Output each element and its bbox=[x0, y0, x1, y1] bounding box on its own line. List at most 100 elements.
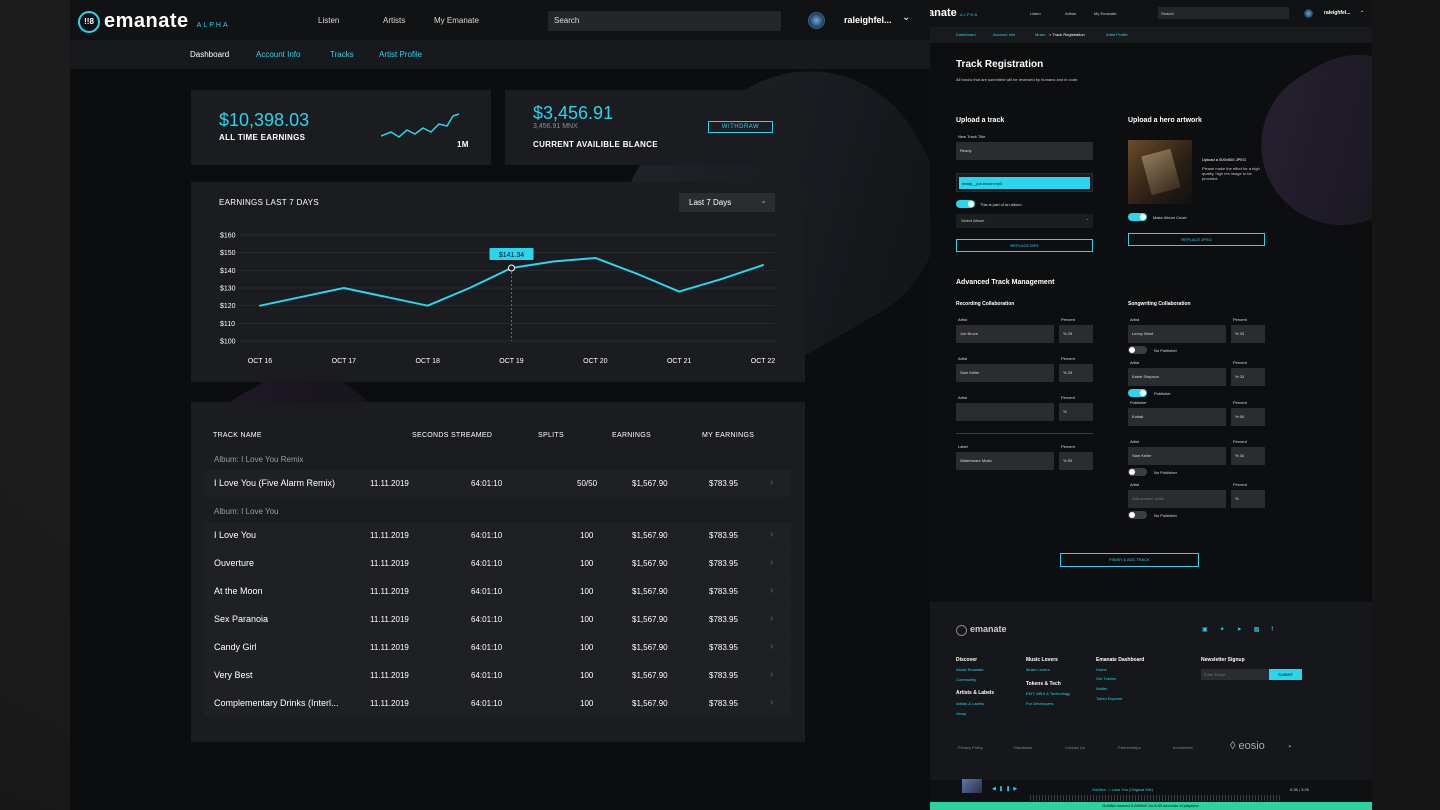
chevron-right-icon[interactable]: › bbox=[770, 697, 773, 708]
songwriter-input[interactable]: Lenny West bbox=[1128, 325, 1226, 343]
album-toggle[interactable] bbox=[956, 200, 975, 208]
search-input[interactable]: Search bbox=[548, 11, 781, 31]
track-name[interactable]: Ouverture bbox=[214, 558, 254, 568]
songwriter-input[interactable]: Kobalt bbox=[1128, 408, 1226, 426]
tab-account-info[interactable]: Account Info bbox=[256, 50, 300, 59]
table-row[interactable]: I Love You (Five Alarm Remix) 11.11.2019 6… bbox=[204, 470, 791, 497]
artist-input[interactable]: Sam Keller bbox=[956, 364, 1054, 382]
crumb-music[interactable]: Music bbox=[1035, 32, 1045, 37]
footer-link[interactable]: Wallet bbox=[1096, 686, 1107, 691]
tab-dashboard[interactable]: Dashboard bbox=[190, 50, 229, 59]
artist-input[interactable] bbox=[956, 403, 1054, 421]
footer-link[interactable]: About Emanate bbox=[956, 667, 984, 672]
waveform[interactable] bbox=[1030, 795, 1280, 801]
logo-wordmark[interactable]: anate bbox=[930, 7, 957, 19]
data-point[interactable] bbox=[678, 290, 681, 293]
percent-input[interactable]: % 25 bbox=[1059, 364, 1093, 382]
percent-input[interactable]: % bbox=[1059, 403, 1093, 421]
table-row[interactable]: Very Best 11.11.2019 64:01:10 100 $1,567.90 $… bbox=[204, 662, 791, 689]
data-point[interactable] bbox=[259, 304, 261, 307]
track-name[interactable]: Sex Paranoia bbox=[214, 614, 268, 624]
language-selector[interactable]: ⚑ bbox=[1288, 744, 1292, 749]
chevron-right-icon[interactable]: › bbox=[770, 529, 773, 540]
track-name[interactable]: Candy Girl bbox=[214, 642, 257, 652]
twitter-icon[interactable]: ✦ bbox=[1220, 627, 1237, 633]
username[interactable]: raleighfel... bbox=[1324, 10, 1350, 16]
songwriter-input[interactable]: Add another artist bbox=[1128, 490, 1226, 508]
legal-link[interactable]: Partnerships bbox=[1118, 745, 1140, 750]
footer-link[interactable]: For Developers bbox=[1026, 701, 1053, 706]
footer-link[interactable]: Community bbox=[956, 677, 976, 682]
nav-artists[interactable]: Artists bbox=[1065, 11, 1076, 16]
legal-link[interactable]: Privacy Policy bbox=[958, 745, 983, 750]
table-row[interactable]: Sex Paranoia 11.11.2019 64:01:10 100 $1,567.… bbox=[204, 606, 791, 633]
label-input[interactable]: Waterbeare Music bbox=[956, 452, 1054, 470]
label-percent-input[interactable]: % 50 bbox=[1059, 452, 1093, 470]
data-point[interactable] bbox=[468, 287, 471, 289]
brand-logo[interactable]: !!8 emanate ALPHA bbox=[78, 10, 230, 33]
facebook-icon[interactable]: f bbox=[1271, 627, 1285, 633]
footer-brand[interactable]: emanate bbox=[970, 624, 1007, 634]
track-title-input[interactable]: Ready bbox=[956, 142, 1093, 160]
col-earnings[interactable]: EARNINGS bbox=[612, 432, 651, 439]
newsletter-email-input[interactable] bbox=[1201, 669, 1269, 680]
songwriter-input[interactable]: Sam Keller bbox=[1128, 447, 1226, 465]
footer-link[interactable]: Vamp bbox=[956, 711, 966, 716]
data-point[interactable] bbox=[594, 256, 597, 259]
avatar[interactable] bbox=[1304, 9, 1313, 18]
chevron-down-icon[interactable]: ⌄ bbox=[902, 12, 910, 23]
medium-icon[interactable]: ▩ bbox=[1254, 627, 1272, 633]
col-my-earnings[interactable]: MY EARNINGS bbox=[702, 432, 754, 439]
period-label[interactable]: 1M bbox=[457, 140, 469, 149]
hero-artwork-preview[interactable] bbox=[1128, 140, 1192, 204]
legal-link[interactable]: Disclaimer bbox=[1014, 745, 1033, 750]
newsletter-submit-button[interactable]: SUBMIT bbox=[1269, 669, 1302, 680]
songwriter-input[interactable]: Kanie Simpson bbox=[1128, 368, 1226, 386]
player-cover[interactable] bbox=[962, 779, 982, 793]
track-name[interactable]: I Love You (Five Alarm Remix) bbox=[214, 478, 335, 488]
social-icons[interactable]: ▣✦➤▩f bbox=[1202, 626, 1285, 633]
percent-input[interactable]: % 25 bbox=[1059, 325, 1093, 343]
album-cover-toggle[interactable] bbox=[1128, 213, 1147, 221]
publisher-toggle[interactable] bbox=[1128, 511, 1147, 519]
legal-link[interactable]: Contact Us bbox=[1065, 745, 1085, 750]
songwriter-percent-input[interactable]: % 34 bbox=[1231, 447, 1265, 465]
player-controls[interactable]: ◀❚❚▶ bbox=[992, 786, 1020, 792]
col-track-name[interactable]: TRACK NAME bbox=[213, 432, 262, 439]
chevron-right-icon[interactable]: › bbox=[770, 641, 773, 652]
songwriter-percent-input[interactable]: % bbox=[1231, 490, 1265, 508]
data-point[interactable] bbox=[720, 278, 723, 281]
col-seconds-streamed[interactable]: SECONDS STREAMED bbox=[412, 432, 492, 439]
publisher-toggle[interactable] bbox=[1128, 468, 1147, 476]
chevron-right-icon[interactable]: › bbox=[770, 477, 773, 488]
track-name[interactable]: I Love You bbox=[214, 530, 256, 540]
footer-link[interactable]: Artists & Labels bbox=[956, 701, 984, 706]
table-row[interactable]: Ouverture 11.11.2019 64:01:10 100 $1,567.90 $… bbox=[204, 550, 791, 577]
replace-mp3-button[interactable]: REPLACE MP3 bbox=[956, 239, 1093, 252]
hover-point[interactable] bbox=[508, 264, 515, 272]
crumb-account-info[interactable]: Account Info bbox=[993, 32, 1015, 37]
footer-link[interactable]: Music Lovers bbox=[1026, 667, 1050, 672]
songwriter-percent-input[interactable]: % 50 bbox=[1231, 408, 1265, 426]
data-point[interactable] bbox=[762, 264, 764, 267]
legal-link[interactable]: Investment bbox=[1173, 745, 1193, 750]
publisher-toggle[interactable] bbox=[1128, 389, 1147, 397]
crumb-dashboard[interactable]: Dashboard bbox=[956, 32, 976, 37]
chevron-right-icon[interactable]: › bbox=[770, 669, 773, 680]
avatar[interactable] bbox=[808, 12, 825, 29]
chevron-down-icon[interactable]: ⌄ bbox=[1360, 8, 1364, 14]
footer-link[interactable]: EMT, MNX & Technology bbox=[1026, 691, 1070, 696]
chevron-right-icon[interactable]: › bbox=[770, 613, 773, 624]
instagram-icon[interactable]: ▣ bbox=[1202, 627, 1220, 633]
telegram-icon[interactable]: ➤ bbox=[1237, 627, 1254, 633]
withdraw-button[interactable]: WITHDRAW bbox=[708, 121, 773, 133]
chevron-right-icon[interactable]: › bbox=[770, 557, 773, 568]
nav-artists[interactable]: Artists bbox=[383, 16, 405, 25]
data-point[interactable] bbox=[552, 260, 555, 263]
track-name[interactable]: At the Moon bbox=[214, 586, 263, 596]
data-point[interactable] bbox=[426, 304, 429, 307]
chevron-right-icon[interactable]: › bbox=[770, 585, 773, 596]
crumb-artist-profile[interactable]: Artist Profile bbox=[1106, 32, 1128, 37]
nav-my-emanate[interactable]: My Emanate bbox=[1094, 11, 1116, 16]
tab-tracks[interactable]: Tracks bbox=[330, 50, 354, 59]
